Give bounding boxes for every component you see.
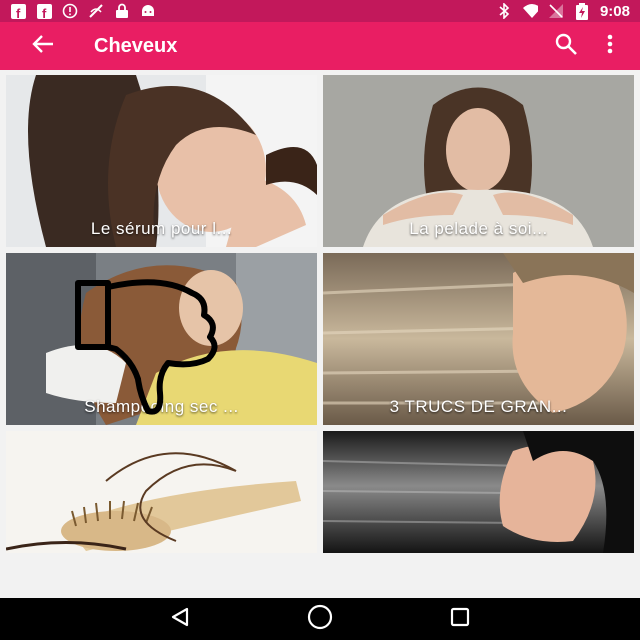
app-bar: Cheveux (0, 22, 640, 70)
wifi-icon (522, 3, 538, 19)
search-button[interactable] (544, 22, 588, 70)
svg-text:f: f (42, 6, 47, 19)
home-circle-icon (307, 604, 333, 635)
overflow-menu-button[interactable] (588, 22, 632, 70)
article-card[interactable]: La pelade à soi... (323, 75, 634, 247)
svg-text:f: f (16, 6, 21, 19)
back-button[interactable] (18, 22, 68, 70)
facebook-icon: f (10, 3, 26, 19)
battery-charging-icon (574, 2, 590, 20)
arrow-back-icon (31, 32, 55, 61)
recents-square-icon (449, 606, 471, 633)
back-triangle-icon (169, 606, 191, 633)
android-icon (140, 3, 156, 19)
status-bar: f f 9:08 (0, 0, 640, 22)
article-card[interactable] (323, 431, 634, 553)
article-card[interactable] (6, 431, 317, 553)
article-card[interactable]: 3 TRUCS DE GRAN... (323, 253, 634, 425)
article-thumbnail (6, 431, 317, 553)
sync-icon (62, 3, 78, 19)
no-signal-icon (88, 3, 104, 19)
nav-recents-button[interactable] (440, 599, 480, 639)
facebook-icon: f (36, 3, 52, 19)
clock: 9:08 (599, 2, 630, 20)
nav-home-button[interactable] (300, 599, 340, 639)
page-title: Cheveux (94, 34, 178, 57)
article-card[interactable]: Le sérum pour l... (6, 75, 317, 247)
article-title: Le sérum pour l... (90, 219, 233, 238)
article-title: La pelade à soi... (409, 219, 548, 238)
navigation-bar (0, 598, 640, 640)
article-thumbnail (323, 431, 634, 553)
search-icon (554, 32, 578, 61)
more-vert-icon (607, 34, 613, 59)
article-title: 3 TRUCS DE GRAN... (389, 397, 568, 416)
lock-icon (114, 3, 130, 19)
thumbs-down-icon (75, 279, 218, 415)
signal-off-icon (548, 3, 564, 19)
bluetooth-icon (496, 3, 512, 19)
nav-back-button[interactable] (160, 599, 200, 639)
